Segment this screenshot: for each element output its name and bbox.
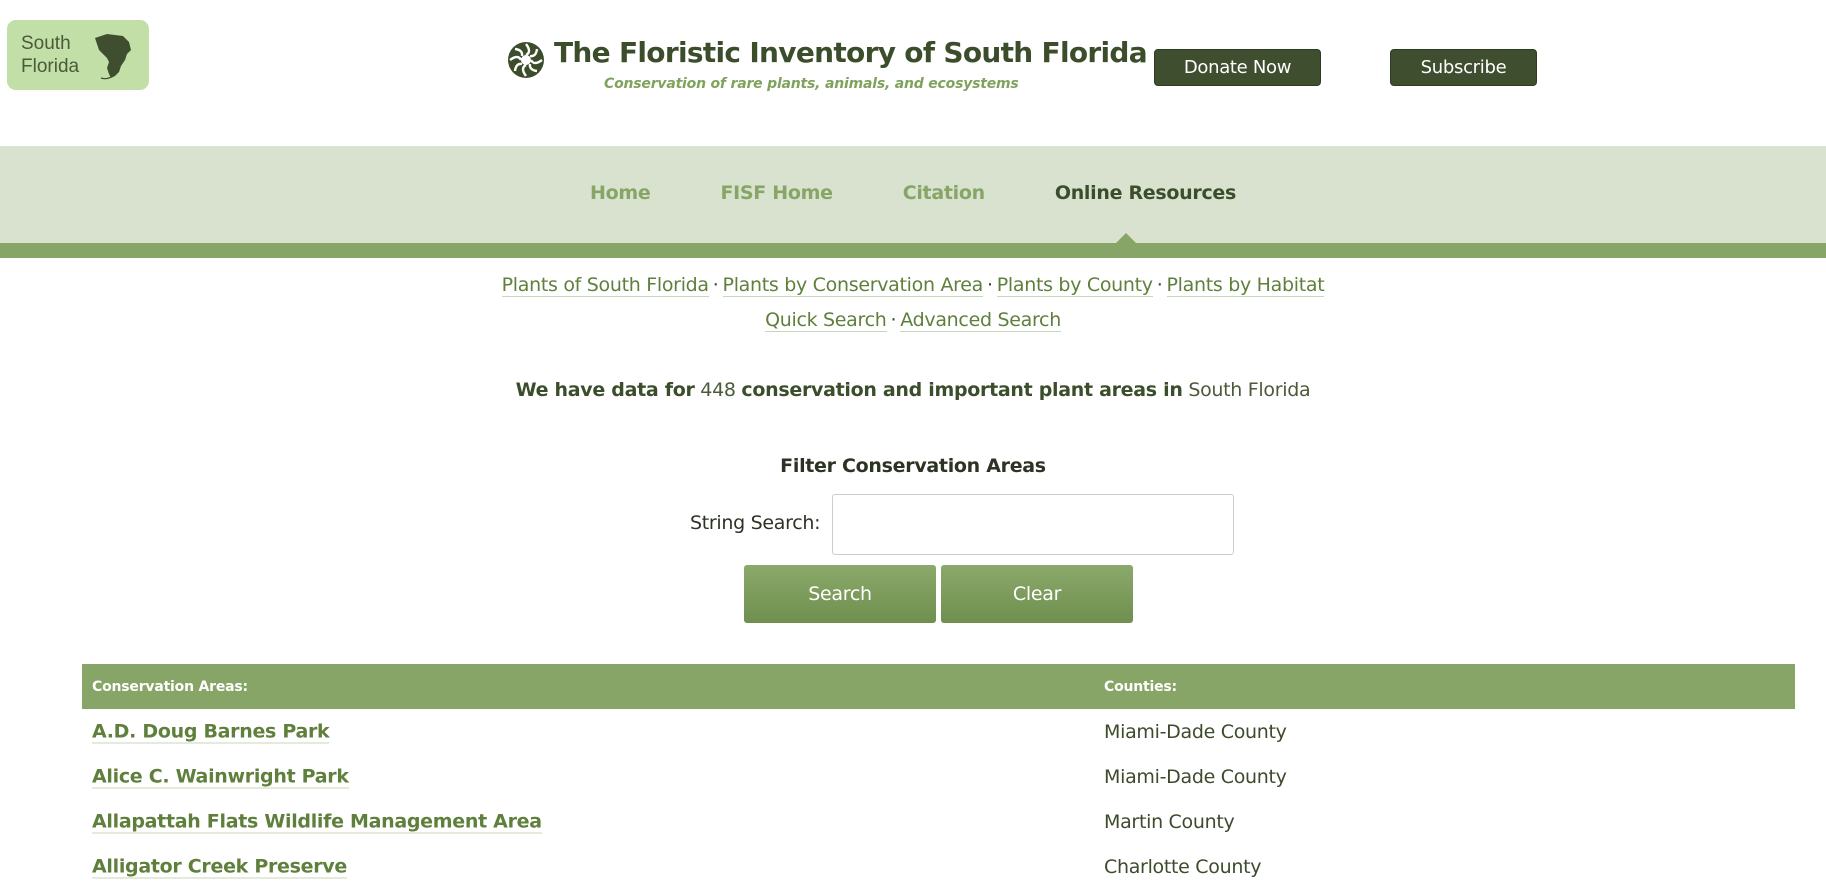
- county-cell: Charlotte County: [1104, 855, 1262, 878]
- nav-item-citation[interactable]: Citation: [879, 182, 985, 204]
- table-row: Alligator Creek Preserve Charlotte Count…: [82, 844, 1795, 886]
- logo-line-2: Florida: [21, 56, 80, 77]
- stat-prefix: We have data for: [515, 379, 695, 401]
- county-cell: Miami-Dade County: [1104, 720, 1287, 743]
- resource-links-row-1: Plants of South Florida · Plants by Conser…: [0, 274, 1826, 297]
- nav-underline-bar: [0, 243, 1826, 258]
- site-title[interactable]: The Floristic Inventory of South Florida: [554, 36, 1148, 69]
- table-row: A.D. Doug Barnes Park Miami-Dade County: [82, 709, 1795, 754]
- area-link[interactable]: Alligator Creek Preserve: [92, 855, 347, 878]
- donate-button[interactable]: Donate Now: [1154, 49, 1321, 86]
- search-button[interactable]: Search: [744, 565, 936, 623]
- stat-middle: conservation and important plant areas i…: [741, 379, 1183, 401]
- stat-region: South Florida: [1188, 379, 1311, 401]
- separator: ·: [890, 309, 897, 331]
- link-plants-by-habitat[interactable]: Plants by Habitat: [1166, 274, 1325, 297]
- stat-count: 448: [700, 379, 736, 401]
- nav-item-home[interactable]: Home: [590, 182, 651, 204]
- logo-line-1: South: [21, 33, 71, 54]
- florida-map-icon: [95, 34, 131, 80]
- active-nav-caret: [1115, 233, 1137, 244]
- separator: ·: [1156, 274, 1163, 296]
- stat-summary: We have data for 448 conservation and im…: [0, 379, 1826, 401]
- string-search-label: String Search:: [690, 512, 821, 534]
- county-cell: Miami-Dade County: [1104, 765, 1287, 788]
- link-plants-by-county[interactable]: Plants by County: [996, 274, 1153, 297]
- flower-seal-icon: [508, 42, 544, 78]
- nav-item-fisf-home[interactable]: FISF Home: [696, 182, 833, 204]
- filter-heading-text: Filter Conservation Areas: [780, 455, 1046, 477]
- link-plants-of-south-florida[interactable]: Plants of South Florida: [501, 274, 709, 297]
- area-link[interactable]: Allapattah Flats Wildlife Management Are…: [92, 810, 542, 833]
- resource-links-row-2: Quick Search · Advanced Search: [0, 309, 1826, 332]
- nav-item-online-resources[interactable]: Online Resources: [1031, 182, 1236, 204]
- header-conservation-areas: Conservation Areas:: [92, 678, 248, 695]
- conservation-areas-table: Conservation Areas: Counties: A.D. Doug …: [82, 664, 1795, 886]
- site-subtitle: Conservation of rare plants, animals, an…: [604, 76, 1019, 92]
- separator: ·: [986, 274, 993, 296]
- link-quick-search[interactable]: Quick Search: [765, 309, 887, 332]
- logo-text: South Florida: [21, 32, 79, 78]
- subscribe-button[interactable]: Subscribe: [1390, 49, 1537, 86]
- county-cell: Martin County: [1104, 810, 1235, 833]
- site-logo[interactable]: South Florida: [7, 20, 149, 90]
- table-header: Conservation Areas: Counties:: [82, 664, 1795, 709]
- clear-button[interactable]: Clear: [941, 565, 1133, 623]
- area-link[interactable]: A.D. Doug Barnes Park: [92, 720, 330, 743]
- area-link[interactable]: Alice C. Wainwright Park: [92, 765, 349, 788]
- separator: ·: [712, 274, 719, 296]
- table-row: Alice C. Wainwright Park Miami-Dade Coun…: [82, 754, 1795, 799]
- string-search-input[interactable]: [832, 494, 1234, 555]
- table-row: Allapattah Flats Wildlife Management Are…: [82, 799, 1795, 844]
- nav-items: Home FISF Home Citation Online Resources: [0, 182, 1826, 204]
- filter-heading: Filter Conservation Areas: [0, 455, 1826, 477]
- header-counties: Counties:: [1104, 678, 1177, 695]
- link-advanced-search[interactable]: Advanced Search: [900, 309, 1061, 332]
- link-plants-by-conservation-area[interactable]: Plants by Conservation Area: [722, 274, 983, 297]
